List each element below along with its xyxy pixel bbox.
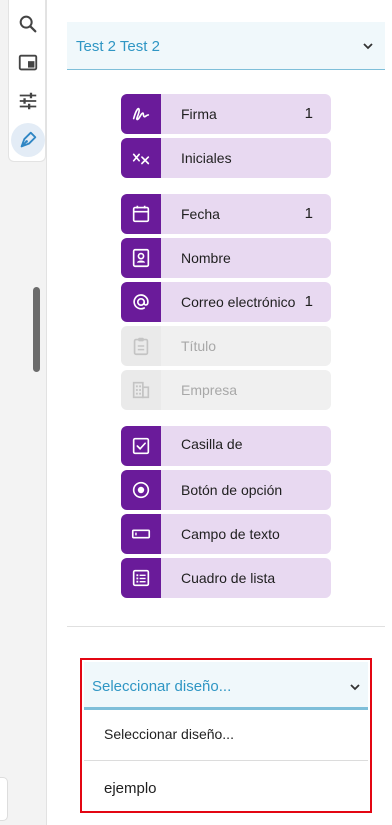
field-empresa: Empresa <box>121 370 331 410</box>
design-option-label: Seleccionar diseño... <box>104 726 234 742</box>
field-correo[interactable]: Correo electrónico 1 <box>121 282 331 322</box>
option-divider <box>84 760 368 761</box>
name-badge-icon <box>121 238 161 278</box>
field-count: 1 <box>304 105 313 122</box>
calendar-icon <box>121 194 161 234</box>
field-label: Fecha <box>181 206 220 222</box>
tool-rail <box>0 0 47 825</box>
text-field-icon <box>121 514 161 554</box>
recipient-name: Test 2 Test 2 <box>76 38 160 55</box>
pen-tool-icon[interactable] <box>11 123 45 157</box>
recipient-select[interactable]: Test 2 Test 2 <box>67 22 385 70</box>
thumbnails-icon[interactable] <box>16 51 40 75</box>
field-boton-opcion[interactable]: Botón de opción <box>121 470 331 510</box>
search-icon[interactable] <box>16 12 40 36</box>
design-select-value: Seleccionar diseño... <box>92 678 232 695</box>
field-label: Cuadro de lista <box>181 570 276 586</box>
radio-button-icon <box>121 470 161 510</box>
initials-icon <box>121 138 161 178</box>
list-box-icon <box>121 558 161 598</box>
field-iniciales[interactable]: Iniciales <box>121 138 331 178</box>
field-cuadro-lista[interactable]: Cuadro de lista <box>121 558 331 598</box>
field-label: Correo electrónico <box>181 294 296 310</box>
field-count: 1 <box>304 205 313 222</box>
checkbox-icon <box>121 426 161 466</box>
signature-icon <box>121 94 161 134</box>
at-sign-icon <box>121 282 161 322</box>
design-option-label: ejemplo <box>104 780 157 797</box>
field-label: Título <box>181 338 217 354</box>
field-label: Botón de opción <box>181 482 283 498</box>
field-label: Nombre <box>181 250 231 266</box>
field-count: 1 <box>304 293 313 310</box>
field-firma[interactable]: Firma 1 <box>121 94 331 134</box>
clipboard-icon <box>121 326 161 366</box>
field-titulo: Título <box>121 326 331 366</box>
field-nombre[interactable]: Nombre <box>121 238 331 278</box>
settings-sliders-icon[interactable] <box>16 89 40 113</box>
field-label: Iniciales <box>181 150 232 166</box>
side-tab[interactable] <box>0 777 8 821</box>
chevron-down-icon <box>363 43 373 50</box>
field-fecha[interactable]: Fecha 1 <box>121 194 331 234</box>
design-select-highlight: Seleccionar diseño... Seleccionar diseño… <box>80 658 372 813</box>
field-label: Casilla de verificación <box>181 436 243 452</box>
section-divider <box>67 626 385 627</box>
field-label: Firma <box>181 106 217 122</box>
building-icon <box>121 370 161 410</box>
design-select[interactable]: Seleccionar diseño... <box>84 662 368 710</box>
scrollbar-thumb[interactable] <box>33 287 40 372</box>
field-campo-texto[interactable]: Campo de texto <box>121 514 331 554</box>
field-label: Empresa <box>181 382 238 398</box>
field-label: Campo de texto <box>181 526 280 542</box>
tool-column <box>8 0 46 162</box>
chevron-down-icon <box>350 684 360 691</box>
field-casilla[interactable]: Casilla de verificación <box>121 426 331 466</box>
